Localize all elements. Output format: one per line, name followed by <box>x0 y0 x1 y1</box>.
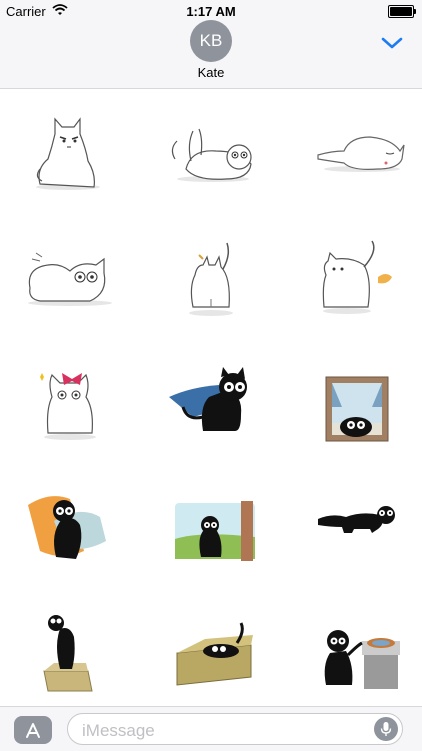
sticker-black-cat-in-small-box[interactable] <box>0 585 140 708</box>
sticker-black-cat-stretching[interactable] <box>282 461 422 584</box>
sticker-black-cat-on-pillows[interactable] <box>0 461 140 584</box>
conversation-header: Carrier 1:17 AM KB Kate <box>0 0 422 89</box>
message-input-bar: iMessage <box>0 706 422 751</box>
sticker-white-cat-sleeping[interactable] <box>282 89 422 212</box>
microphone-icon[interactable] <box>374 717 398 741</box>
sticker-black-cat-in-box[interactable] <box>141 585 281 708</box>
app-store-icon[interactable] <box>14 716 52 744</box>
sticker-black-cat-in-doorway[interactable] <box>141 461 281 584</box>
sticker-white-cat-lying-wide-eyed[interactable] <box>0 213 140 336</box>
chevron-down-icon[interactable] <box>381 36 403 55</box>
status-time: 1:17 AM <box>186 4 236 19</box>
message-input[interactable]: iMessage <box>67 713 403 745</box>
sticker-white-cat-rolling-back[interactable] <box>141 89 281 212</box>
sticker-black-cat-at-window[interactable] <box>282 337 422 460</box>
sticker-black-cat-with-cape[interactable] <box>141 337 281 460</box>
sticker-white-cat-back-view[interactable] <box>141 213 281 336</box>
sticker-white-cat-farting[interactable] <box>282 213 422 336</box>
contact-avatar[interactable]: KB <box>190 20 232 62</box>
status-bar: Carrier 1:17 AM <box>0 0 422 22</box>
sticker-black-cat-with-record-player[interactable] <box>282 585 422 708</box>
sticker-white-cat-with-bow[interactable] <box>0 337 140 460</box>
contact-name[interactable]: Kate <box>0 65 422 80</box>
message-placeholder: iMessage <box>82 721 155 740</box>
battery-icon <box>388 5 416 18</box>
sticker-white-cat-grumpy-sitting[interactable] <box>0 89 140 212</box>
sticker-grid <box>0 89 422 706</box>
